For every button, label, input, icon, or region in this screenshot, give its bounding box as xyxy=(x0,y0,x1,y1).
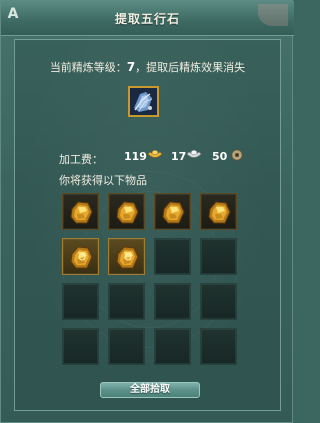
fee-copper-value: 50 xyxy=(212,150,228,163)
empty-slot xyxy=(62,328,99,365)
corner-ornament xyxy=(258,4,288,26)
reward-slot[interactable] xyxy=(154,193,191,230)
gold-ingot-icon xyxy=(147,150,163,158)
take-all-button[interactable]: 全部拾取 xyxy=(100,382,200,398)
gold-ore-icon xyxy=(70,246,93,269)
empty-slot xyxy=(200,328,237,365)
empty-slot xyxy=(108,328,145,365)
gain-label: 你将获得以下物品 xyxy=(59,174,147,187)
fee-label: 加工费： xyxy=(59,153,103,166)
refine-level-prefix: 当前精炼等级： xyxy=(49,61,127,74)
empty-slot xyxy=(108,283,145,320)
reward-grid xyxy=(62,193,237,365)
gold-ore-icon xyxy=(162,201,185,224)
reward-slot[interactable] xyxy=(62,238,99,275)
copper-coin-icon xyxy=(231,149,243,161)
title-bar[interactable]: A 提取五行石 xyxy=(1,1,294,36)
empty-slot xyxy=(154,328,191,365)
refine-level-value: 7 xyxy=(126,60,136,74)
fee-silver-value: 17 xyxy=(171,150,187,163)
dialog-window: A 提取五行石 当前精炼等级：7，提取后精炼效果消失 加工费： 119 17 5… xyxy=(0,0,294,423)
blue-crystal-item-icon xyxy=(130,88,157,115)
empty-slot xyxy=(200,238,237,275)
window-title: 提取五行石 xyxy=(114,12,180,26)
gold-ore-icon xyxy=(208,201,231,224)
silver-ingot-icon xyxy=(186,150,202,158)
gold-ore-icon xyxy=(70,201,93,224)
refine-level-text: 当前精炼等级：7，提取后精炼效果消失 xyxy=(1,59,294,75)
empty-slot xyxy=(154,238,191,275)
reward-slot[interactable] xyxy=(62,193,99,230)
fee-gold-value: 119 xyxy=(124,150,147,163)
source-item-slot[interactable] xyxy=(128,86,159,117)
gold-ore-icon xyxy=(116,246,139,269)
reward-slot[interactable] xyxy=(108,193,145,230)
reward-slot[interactable] xyxy=(200,193,237,230)
empty-slot xyxy=(200,283,237,320)
empty-slot xyxy=(154,283,191,320)
gold-ore-icon xyxy=(116,201,139,224)
refine-level-suffix: ，提取后精炼效果消失 xyxy=(135,61,246,74)
empty-slot xyxy=(62,283,99,320)
reward-slot[interactable] xyxy=(108,238,145,275)
